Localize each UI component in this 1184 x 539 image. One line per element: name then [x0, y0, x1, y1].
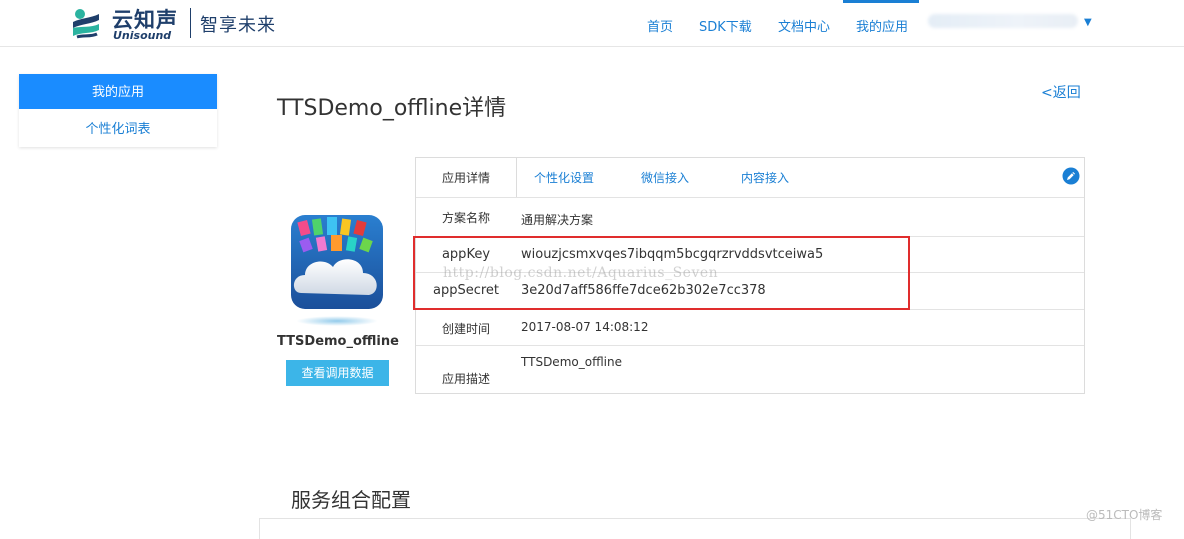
nav-home[interactable]: 首页 [647, 16, 673, 35]
detail-label: 创建时间 [441, 322, 490, 336]
edit-pencil-icon[interactable] [1062, 167, 1080, 185]
detail-label: 应用描述 [441, 372, 490, 386]
tab-personalization[interactable]: 个性化设置 [534, 158, 594, 197]
app-name: TTSDemo_offline [277, 334, 399, 349]
brand-name-en: Unisound [113, 29, 172, 42]
detail-value: TTSDemo_offline [521, 355, 622, 369]
brand-divider [190, 8, 191, 38]
nav-sdk-download[interactable]: SDK下载 [699, 16, 752, 35]
detail-value: 通用解决方案 [521, 213, 594, 227]
brand-slogan: 智享未来 [200, 15, 276, 36]
top-header: 云知声 Unisound 智享未来 首页 SDK下载 文档中心 我的应用 ▼ [0, 0, 1184, 47]
tab-app-details[interactable]: 应用详情 [416, 158, 517, 198]
detail-value: 2017-08-07 14:08:12 [521, 320, 649, 334]
corner-watermark: @51CTO博客 [1086, 508, 1163, 522]
cloud-app-icon [291, 215, 383, 309]
blog-watermark: http://blog.csdn.net/Aquarius_Seven [443, 265, 719, 281]
sidebar: 我的应用 个性化词表 [19, 74, 217, 147]
unisound-logo-icon[interactable] [67, 4, 105, 42]
icon-reflection [296, 316, 378, 326]
nav-docs[interactable]: 文档中心 [778, 16, 830, 35]
tab-wechat[interactable]: 微信接入 [641, 158, 689, 197]
detail-row-description: 应用描述 TTSDemo_offline [416, 345, 1084, 393]
sidebar-item-custom-vocabulary[interactable]: 个性化词表 [19, 112, 217, 147]
page-title: TTSDemo_offline详情 [277, 96, 507, 121]
nav-active-indicator [843, 0, 919, 3]
service-config-panel [259, 518, 1131, 539]
user-account-blurred[interactable] [928, 14, 1078, 28]
back-link[interactable]: <返回 [1041, 82, 1081, 102]
view-call-data-button[interactable]: 查看调用数据 [286, 360, 389, 386]
detail-row-plan: 方案名称 通用解决方案 [416, 197, 1084, 237]
sidebar-item-my-apps[interactable]: 我的应用 [19, 74, 217, 109]
caret-down-icon[interactable]: ▼ [1084, 17, 1092, 28]
tab-content[interactable]: 内容接入 [741, 158, 789, 197]
detail-row-created: 创建时间 2017-08-07 14:08:12 [416, 309, 1084, 346]
nav-my-apps[interactable]: 我的应用 [856, 16, 908, 35]
service-config-title: 服务组合配置 [291, 488, 411, 512]
detail-label: 方案名称 [441, 211, 490, 225]
